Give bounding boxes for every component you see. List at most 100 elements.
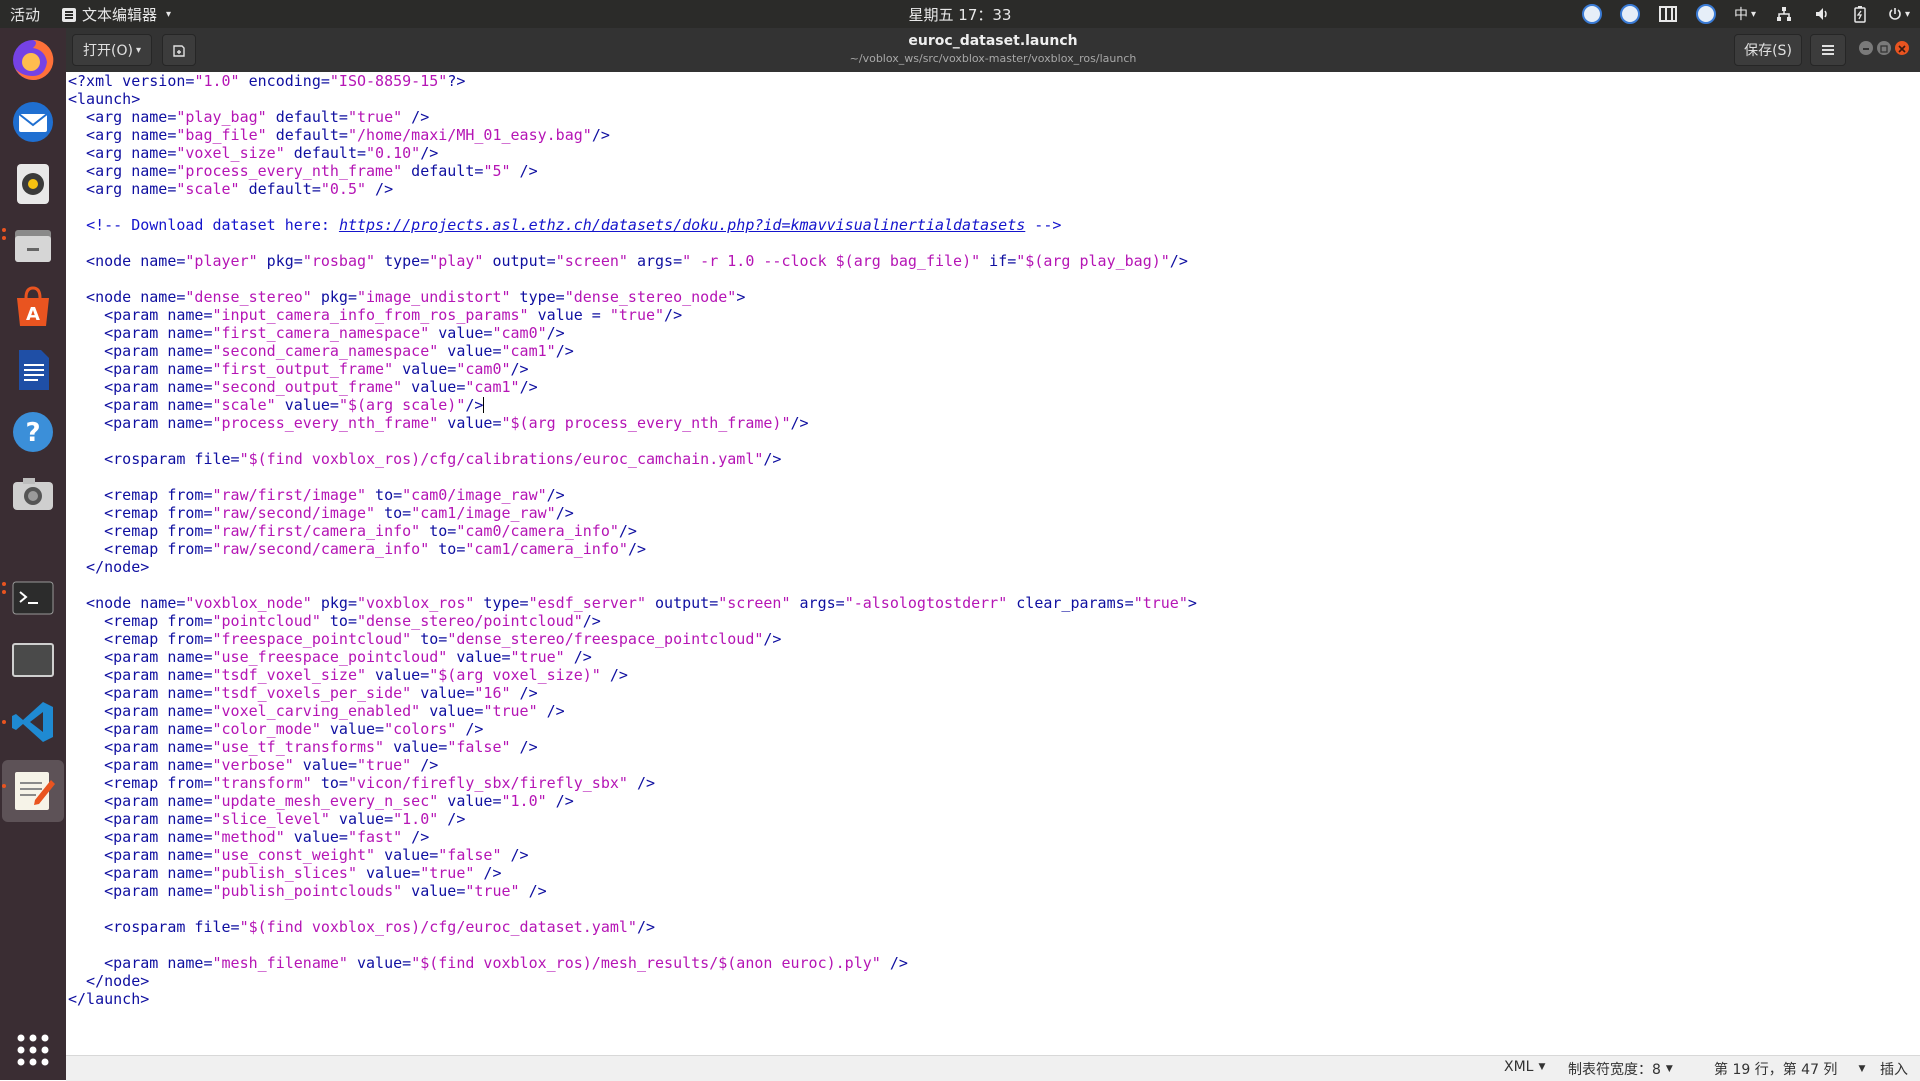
maximize-icon: [1880, 45, 1888, 53]
vscode-icon[interactable]: [9, 698, 57, 746]
cursor-position-label: 第 19 行，第 47 列: [1714, 1062, 1838, 1078]
text-editor-icon[interactable]: [9, 766, 57, 814]
code-line[interactable]: [68, 900, 1197, 918]
insert-mode-indicator[interactable]: 插入: [1880, 1059, 1908, 1079]
code-line[interactable]: <remap from="transform" to="vicon/firefl…: [68, 774, 1197, 792]
battery-icon[interactable]: [1850, 4, 1870, 24]
code-line[interactable]: <arg name="voxel_size" default="0.10"/>: [68, 144, 1197, 162]
chevron-down-icon: ▾: [166, 9, 172, 20]
code-line[interactable]: <param name="first_camera_namespace" val…: [68, 324, 1197, 342]
code-line[interactable]: <param name="update_mesh_every_n_sec" va…: [68, 792, 1197, 810]
software-center-icon[interactable]: A: [9, 284, 57, 332]
input-method-icon[interactable]: 中 ▾: [1734, 4, 1756, 24]
code-line[interactable]: <rosparam file="$(find voxblox_ros)/cfg/…: [68, 450, 1197, 468]
maximize-button[interactable]: [1877, 41, 1891, 55]
code-line[interactable]: [68, 576, 1197, 594]
firefox-icon[interactable]: [9, 36, 57, 84]
code-line[interactable]: <param name="scale" value="$(arg scale)"…: [68, 396, 1197, 414]
baidu-netdisk-icon[interactable]: [1581, 4, 1602, 24]
code-line[interactable]: <remap from="raw/second/image" to="cam1/…: [68, 504, 1197, 522]
close-button[interactable]: [1895, 41, 1909, 55]
code-line[interactable]: <param name="slice_level" value="1.0" />: [68, 810, 1197, 828]
help-icon[interactable]: ?: [9, 408, 57, 456]
code-line[interactable]: [68, 198, 1197, 216]
code-line[interactable]: </node>: [68, 558, 1197, 576]
code-line[interactable]: <remap from="freespace_pointcloud" to="d…: [68, 630, 1197, 648]
code-line[interactable]: <param name="use_tf_transforms" value="f…: [68, 738, 1197, 756]
code-line[interactable]: <launch>: [68, 90, 1197, 108]
code-line[interactable]: [68, 936, 1197, 954]
libreoffice-writer-icon[interactable]: [9, 346, 57, 394]
baidu-netdisk-icon[interactable]: [1695, 4, 1716, 24]
rhythmbox-icon[interactable]: [9, 160, 57, 208]
code-line[interactable]: <param name="verbose" value="true" />: [68, 756, 1197, 774]
code-line[interactable]: <param name="voxel_carving_enabled" valu…: [68, 702, 1197, 720]
app-menu-label: 文本编辑器: [82, 6, 158, 24]
code-line[interactable]: <param name="use_const_weight" value="fa…: [68, 846, 1197, 864]
text-cursor: [483, 397, 485, 413]
code-line[interactable]: <arg name="play_bag" default="true" />: [68, 108, 1197, 126]
window-grid-icon[interactable]: [1658, 4, 1678, 24]
code-line[interactable]: [68, 270, 1197, 288]
screenshot-icon[interactable]: [9, 470, 57, 518]
code-line[interactable]: </node>: [68, 972, 1197, 990]
code-line[interactable]: <node name="player" pkg="rosbag" type="p…: [68, 252, 1197, 270]
code-line[interactable]: [68, 468, 1197, 486]
code-line[interactable]: <param name="tsdf_voxel_size" value="$(a…: [68, 666, 1197, 684]
tab-width-selector[interactable]: 制表符宽度：8 ▼: [1568, 1059, 1673, 1079]
code-line[interactable]: <param name="method" value="fast" />: [68, 828, 1197, 846]
code-line[interactable]: <param name="publish_slices" value="true…: [68, 864, 1197, 882]
cursor-position-selector[interactable]: 第 19 行，第 47 列 ▼: [1714, 1059, 1865, 1079]
network-icon[interactable]: [1774, 4, 1794, 24]
activities-button[interactable]: 活动: [10, 4, 40, 25]
show-applications-icon[interactable]: [9, 1026, 57, 1074]
code-line[interactable]: <param name="color_mode" value="colors" …: [68, 720, 1197, 738]
save-button[interactable]: 保存(S): [1734, 34, 1802, 66]
code-line[interactable]: [68, 432, 1197, 450]
code-line[interactable]: <param name="tsdf_voxels_per_side" value…: [68, 684, 1197, 702]
code-line[interactable]: <remap from="raw/second/camera_info" to=…: [68, 540, 1197, 558]
code-line[interactable]: </launch>: [68, 990, 1197, 1008]
minimize-button[interactable]: [1859, 41, 1873, 55]
text-editor-icon: [62, 7, 76, 22]
code-line[interactable]: <!-- Download dataset here: https://proj…: [68, 216, 1197, 234]
window-icon[interactable]: [9, 636, 57, 684]
code-line[interactable]: <arg name="bag_file" default="/home/maxi…: [68, 126, 1197, 144]
code-line[interactable]: [68, 234, 1197, 252]
input-method-label: 中: [1733, 7, 1748, 23]
terminal-icon[interactable]: [9, 574, 57, 622]
code-line[interactable]: <remap from="raw/first/image" to="cam0/i…: [68, 486, 1197, 504]
code-line[interactable]: <remap from="pointcloud" to="dense_stere…: [68, 612, 1197, 630]
code-line[interactable]: <param name="first_output_frame" value="…: [68, 360, 1197, 378]
baidu-netdisk-icon[interactable]: [1619, 4, 1640, 24]
files-icon[interactable]: [9, 222, 57, 270]
status-bar: XML ▼ 制表符宽度：8 ▼ 第 19 行，第 47 列 ▼ 插入: [66, 1055, 1920, 1081]
volume-icon[interactable]: [1812, 4, 1832, 24]
chevron-down-icon: ▼: [1858, 1064, 1866, 1074]
top-panel: 活动 文本编辑器 ▾ 星期五 17：33 中 ▾ ▾: [0, 0, 1920, 28]
minimize-icon: [1863, 48, 1869, 50]
system-tray: 中 ▾ ▾: [1581, 2, 1910, 26]
code-line[interactable]: <arg name="scale" default="0.5" />: [68, 180, 1197, 198]
text-editor-area[interactable]: <?xml version="1.0" encoding="ISO-8859-1…: [66, 72, 1920, 1055]
power-icon[interactable]: ▾: [1888, 4, 1910, 24]
code-line[interactable]: <?xml version="1.0" encoding="ISO-8859-1…: [68, 72, 1197, 90]
language-selector[interactable]: XML ▼: [1504, 1059, 1545, 1075]
code-line[interactable]: <param name="process_every_nth_frame" va…: [68, 414, 1197, 432]
code-line[interactable]: <arg name="process_every_nth_frame" defa…: [68, 162, 1197, 180]
code-line[interactable]: <param name="input_camera_info_from_ros_…: [68, 306, 1197, 324]
code-line[interactable]: <remap from="raw/first/camera_info" to="…: [68, 522, 1197, 540]
code-view[interactable]: <?xml version="1.0" encoding="ISO-8859-1…: [68, 72, 1197, 1008]
app-menu[interactable]: 文本编辑器 ▾: [62, 4, 171, 25]
code-line[interactable]: <param name="mesh_filename" value="$(fin…: [68, 954, 1197, 972]
code-line[interactable]: <rosparam file="$(find voxblox_ros)/cfg/…: [68, 918, 1197, 936]
code-line[interactable]: <param name="use_freespace_pointcloud" v…: [68, 648, 1197, 666]
code-line[interactable]: <param name="publish_pointclouds" value=…: [68, 882, 1197, 900]
code-line[interactable]: <param name="second_camera_namespace" va…: [68, 342, 1197, 360]
code-line[interactable]: <node name="voxblox_node" pkg="voxblox_r…: [68, 594, 1197, 612]
hamburger-menu-button[interactable]: [1810, 34, 1846, 66]
code-line[interactable]: <node name="dense_stereo" pkg="image_und…: [68, 288, 1197, 306]
code-line[interactable]: <param name="second_output_frame" value=…: [68, 378, 1197, 396]
thunderbird-icon[interactable]: [9, 98, 57, 146]
window-title: euroc_dataset.launch: [908, 33, 1078, 49]
